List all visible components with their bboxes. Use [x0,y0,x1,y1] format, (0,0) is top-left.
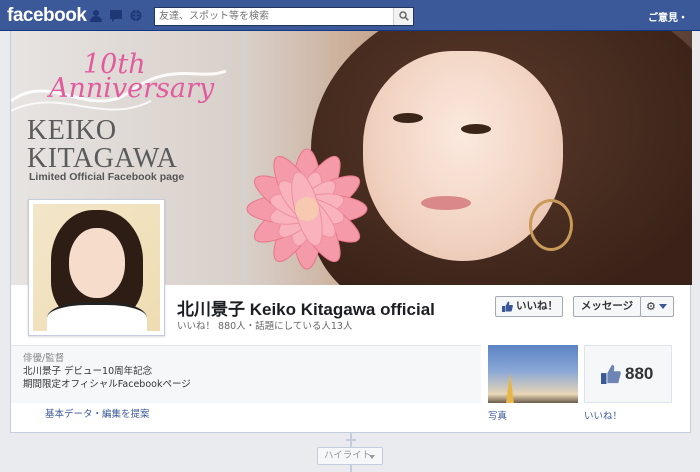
search-box [154,7,414,26]
likes-tile[interactable]: 880 [584,345,672,403]
cover-eye [393,113,423,123]
page-stats: いいね！ 880人・話題にしている人13人 [177,321,353,332]
message-button[interactable]: メッセージ [573,296,641,317]
like-button-label: いいね！ [516,300,558,312]
feedback-link[interactable]: ご意見・ [648,9,688,24]
settings-dropdown-button[interactable]: ⚙ [640,296,674,317]
search-button[interactable] [393,8,413,25]
messages-icon[interactable] [109,9,123,22]
basic-info-link[interactable]: 基本データ・編集を提案 [45,406,150,420]
photo-tower [506,373,514,403]
message-button-label: メッセージ [580,300,634,312]
search-icon [399,11,409,21]
thumbs-up-icon [502,301,513,312]
chevron-down-icon [659,304,667,309]
about-line-2: 期間限定オフィシャルFacebookページ [23,379,191,390]
profile-collar [47,302,147,331]
cover-lips [421,196,471,210]
friend-requests-icon[interactable] [89,9,103,22]
cover-earring [529,199,573,251]
anniversary-word: Anniversary [49,73,215,104]
likes-count: 880 [625,364,654,383]
pink-dahlia-flower [246,148,368,270]
profile-picture-image [33,204,160,331]
profile-picture[interactable] [28,199,165,336]
likes-label[interactable]: いいね！ [584,408,622,422]
cover-subtitle: Limited Official Facebook page [29,171,185,183]
highlights-label: ハイライト [324,450,372,461]
like-button[interactable]: いいね！ [495,296,563,317]
chevron-down-icon [369,455,375,459]
gear-icon: ⚙ [646,300,656,313]
page-category: 俳優/監督 [23,353,65,364]
thumbs-up-icon [601,364,621,384]
search-input[interactable] [155,8,393,25]
top-navigation-bar: facebook ご意見・ [0,0,700,31]
page-header-card: 10th Anniversary KEIKO KITAGAWA Limited … [10,31,692,433]
photos-label[interactable]: 写真 [488,408,507,422]
timeline-marker [346,439,356,441]
profile-face [69,228,125,298]
highlights-dropdown[interactable]: ハイライト [317,447,383,465]
about-line-1: 北川景子 デビュー10周年記念 [23,366,153,377]
notifications-icon[interactable] [129,9,143,22]
page-title[interactable]: 北川景子 Keiko Kitagawa official [177,295,435,320]
facebook-logo[interactable]: facebook [7,5,87,27]
about-box: 俳優/監督 北川景子 デビュー10周年記念 期間限定オフィシャルFacebook… [11,345,481,403]
cover-eye [461,124,491,134]
photos-tile[interactable] [488,345,578,403]
